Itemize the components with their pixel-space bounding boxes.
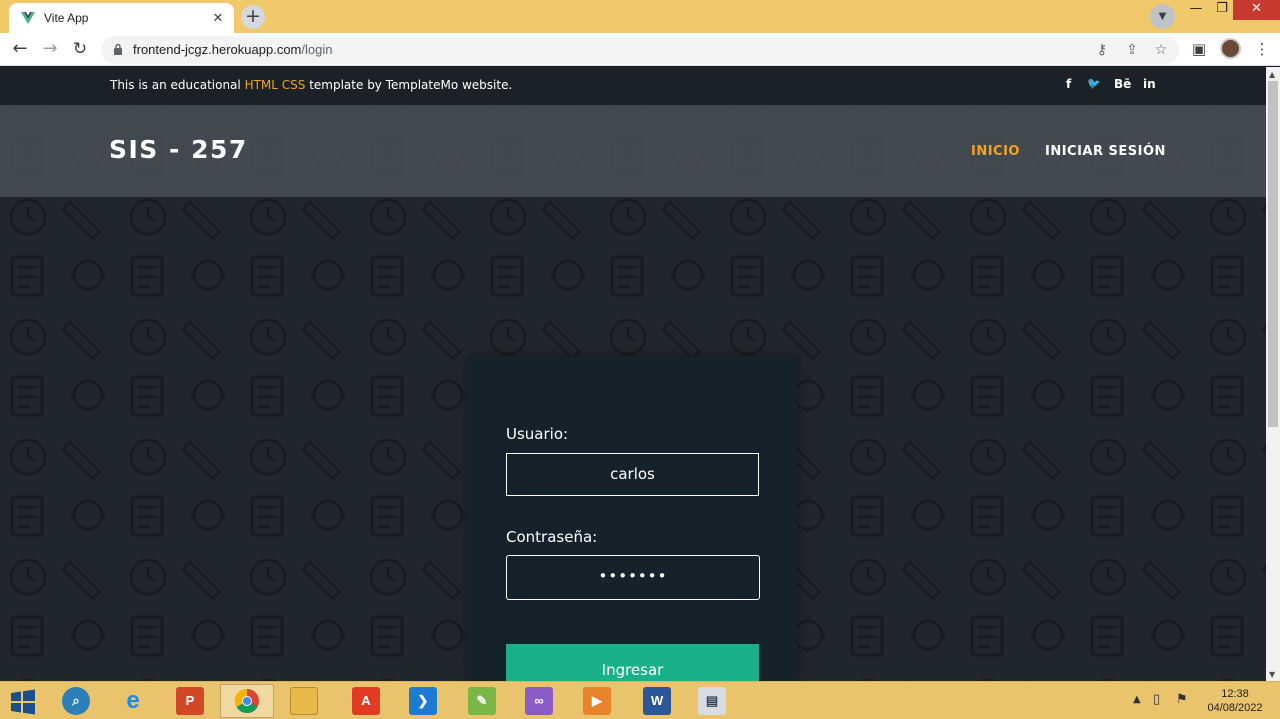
username-label: Usuario: [506,425,569,443]
vue-logo-icon [21,12,35,24]
tab-title: Vite App [44,11,89,25]
scroll-up-icon[interactable]: ▲ [1269,70,1275,79]
visual-studio-icon: ∞ [525,687,553,715]
clock-date: 04/08/2022 [1207,702,1263,714]
browser-tab-strip: Vite App ✕ + ▼ — ❐ ✕ [0,0,1280,33]
acrobat-icon: A [352,687,380,715]
vscode-icon: ❯ [409,687,437,715]
scrollbar-thumb[interactable] [1268,81,1278,427]
share-icon[interactable]: ⇪ [1123,41,1141,59]
profile-avatar[interactable] [1220,38,1241,59]
clock-time: 12:38 [1221,688,1249,700]
taskbar-acrobat[interactable]: A [339,684,393,718]
taskbar-internet-explorer[interactable]: e [106,684,160,718]
login-card: Usuario: carlos Contraseña: ••••••• Ingr… [468,357,797,681]
facebook-icon[interactable]: f [1066,77,1071,91]
taskbar-word[interactable]: W [630,684,684,718]
tab-search-button[interactable]: ▼ [1150,4,1175,29]
twitter-icon[interactable]: 🐦 [1087,77,1101,90]
taskbar-window-app[interactable]: ▤ [685,684,739,718]
browser-tab[interactable]: Vite App ✕ [9,3,234,33]
folder-icon [290,687,318,715]
more-menu-icon[interactable]: ⋮ [1252,39,1272,59]
new-tab-button[interactable]: + [241,5,265,29]
windows-start-icon[interactable] [8,687,38,717]
magnifier-globe-icon: ⌕ [62,687,90,715]
browser-toolbar: ← → ↻ frontend-jcgz.herokuapp.com/login … [0,33,1280,66]
flag-icon[interactable]: ⚑ [1176,692,1188,707]
taskbar-powerpoint[interactable]: P [163,684,217,718]
url-domain: frontend-jcgz.herokuapp.com [133,42,302,57]
page-scrollbar[interactable]: ▲ ▼ [1266,67,1280,681]
username-input[interactable]: carlos [506,453,759,496]
info-highlight-link[interactable]: HTML CSS [245,78,306,92]
key-icon[interactable]: ⚷ [1093,41,1111,59]
address-bar[interactable]: frontend-jcgz.herokuapp.com/login ⚷ ⇪ ☆ [101,36,1179,64]
window-close-button[interactable]: ✕ [1233,0,1280,20]
media-player-icon: ▶ [583,687,611,715]
password-input[interactable]: ••••••• [506,555,760,600]
address-url: frontend-jcgz.herokuapp.com/login [133,42,332,57]
info-text-before: This is an educational [110,78,245,92]
reload-icon[interactable]: ↻ [68,37,92,61]
taskbar-search-app[interactable]: ⌕ [49,684,103,718]
login-submit-button[interactable]: Ingresar [506,644,759,681]
window-app-icon: ▤ [698,687,726,715]
info-message: This is an educational HTML CSS template… [110,78,512,92]
url-path: /login [301,42,333,57]
internet-explorer-icon: e [126,687,140,714]
chrome-icon [234,689,259,714]
tray-expand-icon[interactable]: ▲ [1133,694,1141,705]
star-icon[interactable]: ☆ [1152,41,1170,59]
powerpoint-icon: P [176,687,204,715]
tab-close-icon[interactable]: ✕ [208,11,228,26]
windows-taskbar: ⌕ e P A ❯ ✎ ∞ ▶ W ▤ ▲ ▯ ⚑ 12:38 04/08/20… [0,681,1280,719]
top-info-bar: This is an educational HTML CSS template… [0,67,1266,105]
nav-link-iniciar-sesion[interactable]: INICIAR SESIÓN [1045,144,1166,159]
forward-arrow-icon[interactable]: → [38,37,62,61]
behance-icon[interactable]: Bē [1114,77,1131,91]
lock-icon [114,43,122,55]
taskbar-media-player[interactable]: ▶ [570,684,624,718]
site-header: SIS - 257 INICIO INICIAR SESIÓN [0,105,1266,197]
taskbar-visual-studio[interactable]: ∞ [512,684,566,718]
power-icon[interactable]: ▯ [1153,692,1160,707]
taskbar-file-explorer[interactable] [277,684,331,718]
taskbar-notepadpp[interactable]: ✎ [455,684,509,718]
info-text-after: template by TemplateMo website. [305,78,513,92]
system-clock[interactable]: 12:38 04/08/2022 [1200,687,1270,715]
web-page: This is an educational HTML CSS template… [0,67,1266,681]
taskbar-vscode[interactable]: ❯ [396,684,450,718]
side-panel-icon[interactable]: ▣ [1189,39,1209,59]
nav-link-inicio[interactable]: INICIO [971,144,1020,159]
password-label: Contraseña: [506,528,598,546]
word-icon: W [643,687,671,715]
taskbar-chrome[interactable] [220,684,274,718]
site-logo[interactable]: SIS - 257 [109,135,248,164]
back-arrow-icon[interactable]: ← [8,37,32,61]
scroll-down-icon[interactable]: ▼ [1269,670,1275,679]
linkedin-icon[interactable]: in [1143,77,1156,91]
notepad-plus-plus-icon: ✎ [468,687,496,715]
